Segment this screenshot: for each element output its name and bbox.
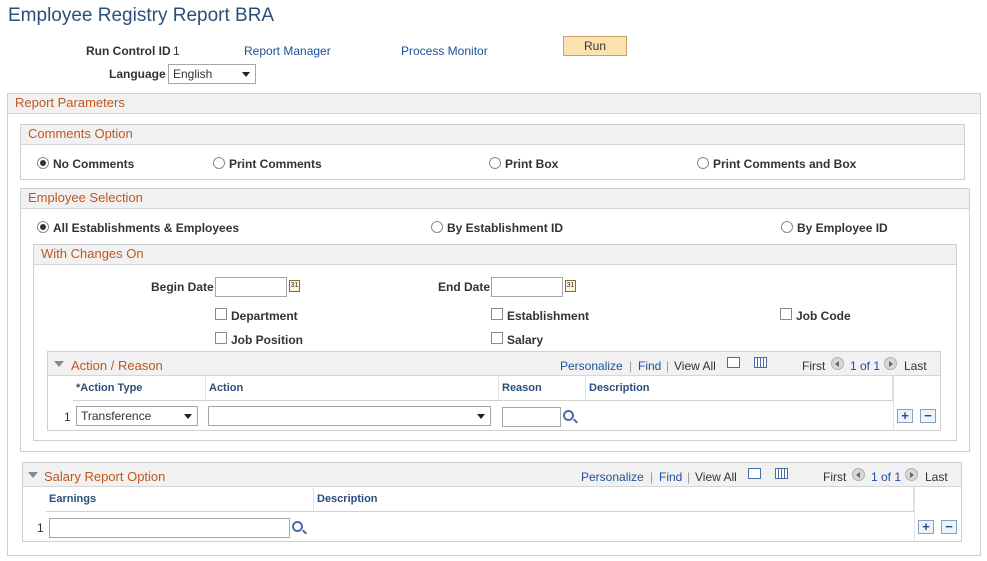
language-select[interactable]: English <box>168 64 256 84</box>
spreadsheet-icon[interactable] <box>754 357 767 368</box>
establishment-label: Establishment <box>507 309 590 323</box>
no-comments-label: No Comments <box>53 157 135 171</box>
spreadsheet-icon[interactable] <box>775 468 788 479</box>
minus-icon[interactable]: − <box>941 520 957 534</box>
chevron-down-icon <box>242 72 250 77</box>
minus-icon[interactable]: − <box>920 409 936 423</box>
page-title: Employee Registry Report BRA <box>8 5 275 26</box>
print-box-radio[interactable] <box>489 157 501 169</box>
personalize-link[interactable]: Personalize <box>581 470 644 484</box>
job-code-label: Job Code <box>796 309 851 323</box>
row-number: 1 <box>37 521 44 535</box>
salary-checkbox[interactable] <box>491 332 503 344</box>
find-link[interactable]: Find <box>638 359 661 373</box>
job-code-checkbox[interactable] <box>780 308 792 320</box>
salary-report-title: Salary Report Option <box>44 469 166 484</box>
language-value: English <box>173 67 213 81</box>
col-reason: Reason <box>499 376 586 401</box>
with-changes-on-header: With Changes On <box>34 245 956 265</box>
print-comments-and-box-label: Print Comments and Box <box>713 157 857 171</box>
plus-icon[interactable]: + <box>918 520 934 534</box>
by-employee-radio[interactable] <box>781 221 793 233</box>
print-comments-label: Print Comments <box>229 157 322 171</box>
row-range: 1 of 1 <box>850 359 881 373</box>
run-button[interactable]: Run <box>563 36 627 56</box>
new-window-icon[interactable] <box>748 468 761 479</box>
all-establishments-label: All Establishments & Employees <box>53 221 240 235</box>
action-type-value: Transference <box>81 409 152 423</box>
row-number: 1 <box>64 410 71 424</box>
personalize-link[interactable]: Personalize <box>560 359 623 373</box>
run-control-value: 1 <box>173 44 180 58</box>
action-select[interactable] <box>208 406 491 426</box>
begin-date-input[interactable] <box>215 277 287 297</box>
print-comments-and-box-radio[interactable] <box>697 157 709 169</box>
first-label: First <box>802 359 826 373</box>
department-checkbox[interactable] <box>215 308 227 320</box>
by-establishment-label: By Establishment ID <box>447 221 564 235</box>
nav-separator: | <box>650 470 654 484</box>
view-all-link[interactable]: View All <box>695 470 737 484</box>
previous-icon[interactable] <box>831 357 844 370</box>
print-comments-radio[interactable] <box>213 157 225 169</box>
previous-icon[interactable] <box>852 468 865 481</box>
department-label: Department <box>231 309 298 323</box>
earnings-input[interactable] <box>49 518 290 538</box>
collapse-triangle-icon[interactable] <box>28 472 38 478</box>
calendar-icon[interactable]: 31 <box>565 280 576 292</box>
action-type-select[interactable]: Transference <box>76 406 198 426</box>
plus-icon[interactable]: + <box>897 409 913 423</box>
col-action-type: *Action Type <box>73 376 206 401</box>
establishment-checkbox[interactable] <box>491 308 503 320</box>
language-label: Language <box>109 67 166 81</box>
find-link[interactable]: Find <box>659 470 682 484</box>
last-label: Last <box>925 470 948 484</box>
reason-input[interactable] <box>502 407 561 427</box>
chevron-down-icon <box>184 414 192 419</box>
collapse-triangle-icon[interactable] <box>54 361 64 367</box>
col-earnings: Earnings <box>46 487 314 512</box>
end-date-input[interactable] <box>491 277 563 297</box>
run-control-label: Run Control ID <box>86 44 171 58</box>
print-box-label: Print Box <box>505 157 559 171</box>
next-icon[interactable] <box>884 357 897 370</box>
all-establishments-radio[interactable] <box>37 221 49 233</box>
calendar-icon[interactable]: 31 <box>289 280 300 292</box>
job-position-checkbox[interactable] <box>215 332 227 344</box>
report-manager-link[interactable]: Report Manager <box>244 44 331 58</box>
last-label: Last <box>904 359 927 373</box>
nav-separator: | <box>666 359 670 373</box>
action-reason-title: Action / Reason <box>71 358 163 373</box>
by-establishment-radio[interactable] <box>431 221 443 233</box>
col-action: Action <box>206 376 499 401</box>
row-range: 1 of 1 <box>871 470 902 484</box>
view-all-link[interactable]: View All <box>674 359 716 373</box>
col-earnings-description: Description <box>314 487 914 512</box>
by-employee-label: By Employee ID <box>797 221 888 235</box>
nav-separator: | <box>629 359 633 373</box>
salary-label: Salary <box>507 333 544 347</box>
job-position-label: Job Position <box>231 333 303 347</box>
new-window-icon[interactable] <box>727 357 740 368</box>
no-comments-radio[interactable] <box>37 157 49 169</box>
begin-date-label: Begin Date <box>151 280 214 294</box>
employee-selection-header: Employee Selection <box>21 189 969 209</box>
next-icon[interactable] <box>905 468 918 481</box>
process-monitor-link[interactable]: Process Monitor <box>401 44 488 58</box>
chevron-down-icon <box>477 414 485 419</box>
magnifier-icon[interactable] <box>292 521 303 532</box>
comments-option-panel: Comments Option <box>20 124 965 180</box>
magnifier-icon[interactable] <box>563 410 574 421</box>
end-date-label: End Date <box>438 280 491 294</box>
col-description: Description <box>586 376 893 401</box>
report-parameters-header: Report Parameters <box>8 94 980 114</box>
comments-option-header: Comments Option <box>21 125 964 145</box>
nav-separator: | <box>687 470 691 484</box>
first-label: First <box>823 470 847 484</box>
